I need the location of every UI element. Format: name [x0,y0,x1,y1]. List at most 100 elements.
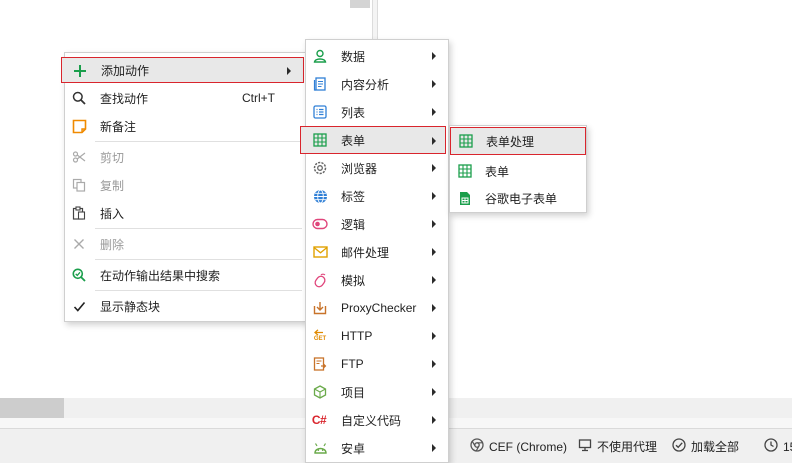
menu-item-label: 模拟 [341,273,366,288]
mail-icon [312,244,328,260]
menu-item-label: 剪切 [100,150,125,165]
pane-splitter[interactable] [372,0,378,40]
submenu-item-data[interactable]: 数据 [306,43,448,69]
paste-icon [71,205,87,221]
menu-item-label: 表单 [341,133,366,148]
browser-engine-status[interactable]: CEF (Chrome) [470,429,567,463]
menu-item-label: 安卓 [341,441,366,456]
submenu-arrow-icon [432,220,436,228]
proxy-download-icon [312,300,328,316]
menu-item-label: 插入 [100,206,125,221]
submenu-arrow-icon [432,444,436,452]
menu-item-find-action[interactable]: 查找动作 Ctrl+T [65,85,306,111]
submenu-arrow-icon [432,332,436,340]
menu-item-label: 删除 [100,237,125,252]
menu-item-label: 显示静态块 [100,299,161,314]
submenu-item-emulation[interactable]: 模拟 [306,267,448,293]
ftp-icon [312,356,328,372]
submenu-item-http[interactable]: GET HTTP [306,323,448,349]
menu-item-add-action[interactable]: 添加动作 [61,57,304,83]
load-label: 加载全部 [691,440,740,454]
menu-item-paste[interactable]: 插入 [65,200,306,226]
menu-item-label: 数据 [341,49,366,64]
plus-icon [72,63,88,79]
submenu-item-ftp[interactable]: FTP [306,351,448,377]
mouse-icon [312,272,328,288]
menu-separator [95,228,302,229]
toggle-icon [312,216,328,232]
submenu-arrow-icon [432,192,436,200]
proxy-label: 不使用代理 [597,440,658,454]
submenu-arrow-icon [432,388,436,396]
submenu-arrow-icon [432,137,436,145]
menu-item-copy[interactable]: 复制 [65,172,306,198]
menu-item-search-results[interactable]: 在动作输出结果中搜索 [65,262,306,288]
menu-item-label: 表单 [485,164,510,179]
menu-item-label: 复制 [100,178,125,193]
menu-item-shortcut: Ctrl+T [242,91,275,105]
actions-submenu: 数据 内容分析 列表 表单 浏览器 标签 逻辑 邮件处理 模拟 ProxyChe… [300,39,449,463]
http-get-icon: GET [312,328,328,344]
submenu-item-logic[interactable]: 逻辑 [306,211,448,237]
copy-icon [71,177,87,193]
menu-item-label: 在动作输出结果中搜索 [100,268,221,283]
search-icon [71,90,87,106]
scissors-icon [71,149,87,165]
submenu-arrow-icon [432,80,436,88]
submenu-item-browser[interactable]: 浏览器 [306,155,448,181]
proxy-status[interactable]: 不使用代理 [578,429,657,463]
menu-item-label: 浏览器 [341,161,378,176]
submenu-item-android[interactable]: 安卓 [306,435,448,461]
chrome-icon [470,438,484,455]
menu-item-show-static-blocks[interactable]: 显示静态块 [65,293,306,319]
menu-item-label: HTTP [341,329,373,343]
context-menu: 添加动作 查找动作 Ctrl+T 新备注 剪切 复制 插入 删除 在动作输出结果… [61,52,307,322]
cube-icon [312,384,328,400]
submenu-item-forms[interactable]: 表单 [300,126,446,154]
submenu-item-proxychecker[interactable]: ProxyChecker [306,295,448,321]
close-icon [71,236,87,252]
menu-item-label: 自定义代码 [341,413,402,428]
forms-item-form-processing[interactable]: 表单处理 [450,127,586,155]
user-icon [312,48,328,64]
submenu-arrow-icon [432,276,436,284]
horizontal-scrollbar-thumb[interactable] [0,398,64,418]
list-icon [312,104,328,120]
menu-item-label: 表单处理 [486,134,535,149]
submenu-item-content-analysis[interactable]: 内容分析 [306,71,448,97]
menu-item-label: 查找动作 [100,91,149,106]
menu-item-label: 谷歌电子表单 [485,191,558,206]
google-sheets-icon [457,190,473,206]
forms-submenu: 表单处理 表单 谷歌电子表单 [449,125,587,213]
menu-item-label: ProxyChecker [341,301,417,315]
monitor-icon [578,438,592,455]
menu-item-delete[interactable]: 删除 [65,231,306,257]
menu-item-cut[interactable]: 剪切 [65,144,306,170]
submenu-item-mail[interactable]: 邮件处理 [306,239,448,265]
menu-item-label: 标签 [341,189,366,204]
menu-item-label: 新备注 [100,119,137,134]
menu-item-new-note[interactable]: 新备注 [65,113,306,139]
menu-item-label: 项目 [341,385,366,400]
http-get-icon-text: GET [313,336,327,342]
table-icon [457,163,473,179]
menu-item-label: 添加动作 [101,63,150,78]
submenu-arrow-icon [432,416,436,424]
submenu-item-tabs[interactable]: 标签 [306,183,448,209]
load-status[interactable]: 加载全部 [672,429,739,463]
clock-icon [764,438,778,455]
submenu-item-custom-code[interactable]: C# 自定义代码 [306,407,448,433]
submenu-arrow-icon [287,67,291,75]
browser-engine-label: CEF (Chrome) [489,439,568,454]
submenu-item-project[interactable]: 项目 [306,379,448,405]
timer-status[interactable]: 15 [764,429,792,463]
menu-item-label: FTP [341,357,364,371]
note-icon [71,118,87,134]
forms-item-google-sheets[interactable]: 谷歌电子表单 [450,185,586,211]
submenu-arrow-icon [432,304,436,312]
submenu-item-list[interactable]: 列表 [306,99,448,125]
table-icon [458,133,474,149]
submenu-arrow-icon [432,108,436,116]
forms-item-form[interactable]: 表单 [450,158,586,184]
menu-item-label: 列表 [341,105,366,120]
